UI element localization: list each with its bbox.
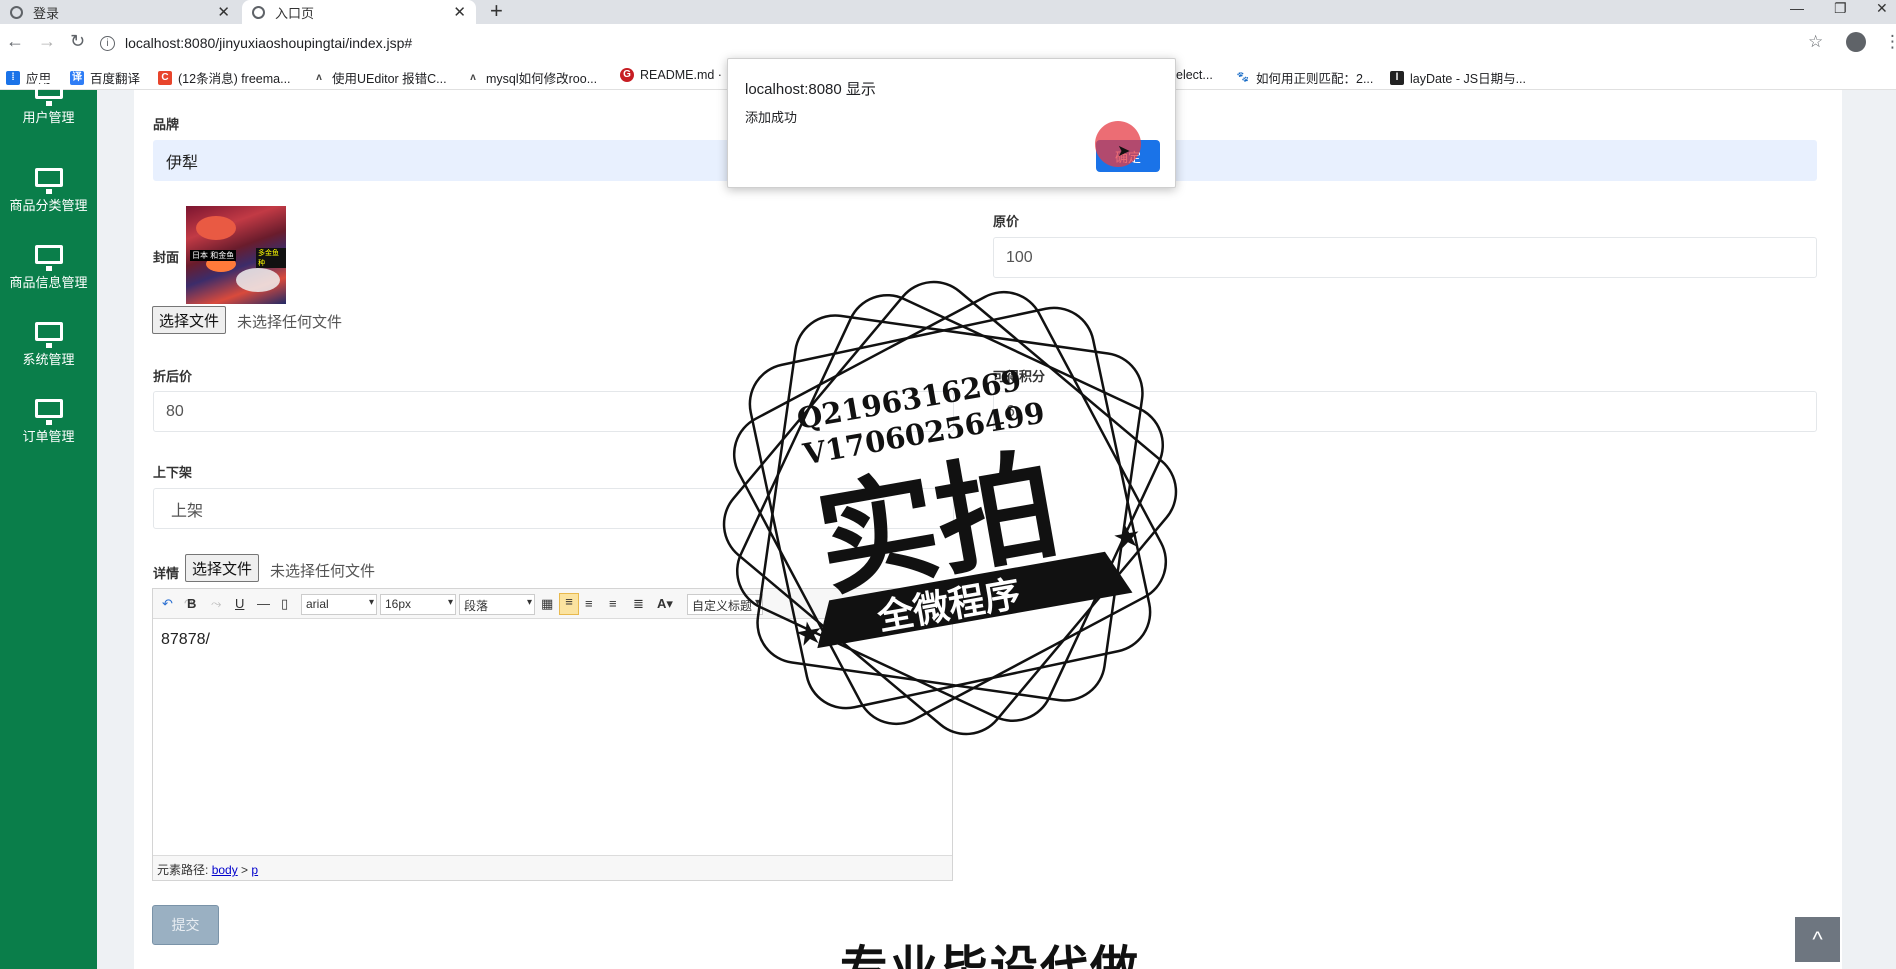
submit-button[interactable]: 提交 <box>152 905 219 945</box>
restore-icon[interactable]: ❐ <box>1834 0 1847 17</box>
align-justify-icon[interactable]: ≣ <box>633 596 644 612</box>
details-file-button[interactable]: 选择文件 <box>185 554 260 582</box>
table-icon[interactable]: ▦ <box>541 596 553 612</box>
path-p-link[interactable]: p <box>251 863 258 877</box>
star-icon: ★ <box>792 613 827 653</box>
bold-icon[interactable]: B <box>187 596 196 611</box>
dialog-title: localhost:8080 显示 <box>745 81 876 98</box>
laydate-icon: l <box>1390 70 1404 85</box>
tab-strip: 登录 ✕ 入口页 ✕ + — ❐ ✕ <box>0 0 1896 24</box>
sidebar-item-system[interactable]: 系统管理 <box>0 322 97 368</box>
bookmark-regex[interactable]: 🐾 如何用正则匹配：2... <box>1236 68 1373 87</box>
back-to-top-button[interactable]: ^ <box>1795 917 1840 962</box>
details-file-status: 未选择任何文件 <box>270 563 376 580</box>
monitor-icon <box>34 168 63 194</box>
dialog-message: 添加成功 <box>745 110 798 125</box>
star-icon: ★ <box>1110 516 1145 556</box>
close-icon[interactable]: ✕ <box>217 3 230 21</box>
close-icon[interactable]: ✕ <box>453 3 466 21</box>
underline-icon[interactable]: U <box>235 596 244 611</box>
bookmark-elect[interactable]: elect... <box>1176 68 1213 82</box>
path-body-link[interactable]: body <box>212 863 238 877</box>
minimize-icon[interactable]: — <box>1790 0 1804 16</box>
cover-label: 封面 <box>153 250 180 265</box>
mysql-icon: ᴧ <box>466 70 480 85</box>
discount-price-label: 折后价 <box>153 369 193 384</box>
baidu-paw-icon: 🐾 <box>1236 70 1250 85</box>
cover-file-button[interactable]: 选择文件 <box>152 306 227 334</box>
profile-icon[interactable] <box>1846 32 1866 52</box>
bookmark-csdn[interactable]: C (12条消息) freema... <box>158 68 291 87</box>
align-center-icon[interactable]: ≡ <box>609 596 617 611</box>
new-tab-button[interactable]: + <box>490 0 503 24</box>
font-size-select[interactable]: 16px <box>380 594 456 615</box>
element-path: 元素路径: body > p <box>153 855 952 880</box>
details-label: 详情 <box>153 566 180 581</box>
menu-icon[interactable]: ⋮ <box>1884 32 1896 52</box>
tab-title: 登录 <box>33 5 60 21</box>
ueditor-icon: ᴧ <box>312 70 326 85</box>
sidebar-item-products[interactable]: 商品信息管理 <box>0 245 97 291</box>
bookmark-laydate[interactable]: l layDate - JS日期与... <box>1390 68 1526 87</box>
csdn-icon: C <box>158 70 172 85</box>
align-left-icon[interactable]: ≡ <box>559 593 579 615</box>
gitee-icon: G <box>620 68 634 82</box>
tab-login[interactable]: 登录 ✕ <box>0 0 240 24</box>
sidebar: 用户管理 商品分类管理 商品信息管理 系统管理 订单管理 <box>0 80 97 969</box>
sidebar-item-orders[interactable]: 订单管理 <box>0 399 97 445</box>
chevron-up-icon: ^ <box>1812 926 1823 952</box>
globe-icon <box>10 5 23 19</box>
undo-icon[interactable]: ↶ <box>162 596 173 612</box>
monitor-icon <box>34 80 63 106</box>
bookmark-ueditor[interactable]: ᴧ 使用UEditor 报错C... <box>312 68 447 87</box>
forward-icon[interactable]: → <box>38 31 56 52</box>
tab-title: 入口页 <box>275 5 315 21</box>
url-field[interactable]: i localhost:8080/jinyuxiaoshoupingtai/in… <box>100 29 1830 57</box>
tab-entry[interactable]: 入口页 ✕ <box>242 0 476 24</box>
bookmark-readme[interactable]: G README.md · <box>620 68 722 82</box>
original-price-label: 原价 <box>993 214 1020 229</box>
monitor-icon <box>34 399 63 425</box>
url-text: localhost:8080/jinyuxiaoshoupingtai/inde… <box>125 35 413 51</box>
cover-image: 日本 和金鱼 多金鱼种 <box>186 206 286 304</box>
info-icon[interactable]: i <box>100 35 115 51</box>
page-icon[interactable]: ▯ <box>281 596 288 612</box>
window-close-icon[interactable]: ✕ <box>1876 0 1888 17</box>
back-icon[interactable]: ← <box>6 31 24 52</box>
status-label: 上下架 <box>153 465 193 480</box>
sidebar-item-categories[interactable]: 商品分类管理 <box>0 168 97 214</box>
globe-icon <box>252 5 265 19</box>
align-right-icon[interactable]: ≡ <box>585 596 593 611</box>
paragraph-select[interactable]: 段落 <box>459 594 535 615</box>
watermark-bottom-text: 专业毕设代做 <box>840 940 1140 969</box>
monitor-icon <box>34 245 63 271</box>
horizontal-rule-icon[interactable]: — <box>257 596 270 611</box>
original-price-input[interactable]: 100 <box>993 237 1817 278</box>
stamp-watermark: Q2196316269 V17060256499 实拍 全微程序 ★ ★ <box>722 280 1178 736</box>
reload-icon[interactable]: ↻ <box>70 31 85 52</box>
font-color-icon[interactable]: A▾ <box>657 596 673 612</box>
font-family-select[interactable]: arial <box>301 594 377 615</box>
bookmark-mysql[interactable]: ᴧ mysql如何修改roo... <box>466 68 597 87</box>
brand-label: 品牌 <box>153 117 180 132</box>
editor-content[interactable]: 87878/ <box>161 631 210 649</box>
bookmark-star-icon[interactable]: ☆ <box>1808 32 1823 52</box>
italic-icon[interactable]: ⤳ <box>211 596 221 612</box>
sidebar-item-users[interactable]: 用户管理 <box>0 80 97 126</box>
cover-file-status: 未选择任何文件 <box>237 314 343 331</box>
mouse-cursor-icon: ➤ <box>1117 143 1131 160</box>
monitor-icon <box>34 322 63 348</box>
